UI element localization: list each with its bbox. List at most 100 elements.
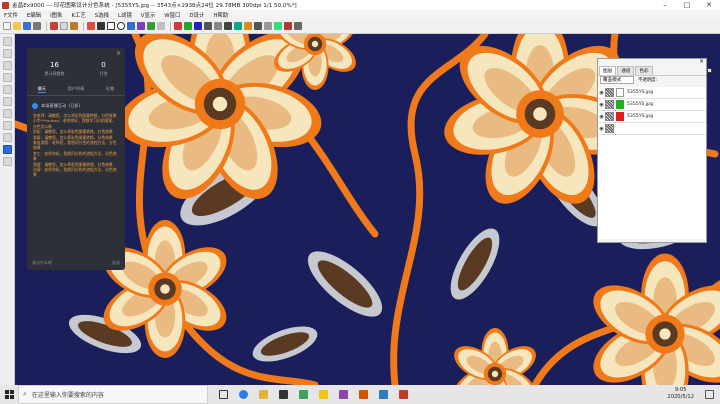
menu-design[interactable]: D设计 [189, 11, 204, 19]
maximize-button[interactable]: □ [676, 0, 698, 10]
tab-colors[interactable]: 色彩 [635, 66, 653, 75]
stat-value: 0 [101, 61, 106, 69]
eyedropper-icon[interactable] [234, 22, 242, 30]
grid-icon[interactable] [204, 22, 212, 30]
stat-viewers: 16 累计观看数 [45, 61, 65, 77]
color-blue-icon[interactable] [194, 22, 202, 30]
pen-tool-icon[interactable] [2, 73, 12, 82]
color-tool-icon[interactable] [2, 145, 12, 154]
zoom-icon[interactable] [254, 22, 262, 30]
menu-file[interactable]: F文件 [4, 11, 18, 19]
host-avatar [32, 103, 38, 109]
paste-icon[interactable] [70, 22, 78, 30]
layer-row[interactable]: ◉ 5355YS.jpg [598, 111, 706, 123]
store-icon[interactable] [279, 390, 288, 399]
live-chat-panel: × 16 累计观看数 0 打赏 聊天 用户列表 礼物 本场直播互动（已折） 张老… [27, 48, 125, 270]
layer-row[interactable]: ◉ [598, 123, 706, 135]
tab-layers[interactable]: 图层 [599, 66, 617, 75]
line-icon[interactable] [97, 22, 105, 30]
lasso-tool-icon[interactable] [2, 49, 12, 58]
app-icon-purple[interactable] [339, 390, 348, 399]
menu-help[interactable]: H帮助 [213, 11, 228, 19]
open-icon[interactable] [13, 22, 21, 30]
separate-icon[interactable] [284, 22, 292, 30]
layers-icon[interactable] [214, 22, 222, 30]
wechat-icon[interactable] [299, 390, 308, 399]
magic-wand-icon[interactable] [147, 22, 155, 30]
minimize-button[interactable]: – [654, 0, 676, 10]
move-tool-icon[interactable] [2, 61, 12, 70]
eraser-icon[interactable] [157, 22, 165, 30]
layer-color-swatch [616, 100, 624, 109]
cut-icon[interactable] [50, 22, 58, 30]
text-icon[interactable] [224, 22, 232, 30]
ex9000-taskbar-icon[interactable] [399, 390, 408, 399]
palette-icon[interactable] [244, 22, 252, 30]
menu-window[interactable]: W窗口 [164, 11, 180, 19]
hand-icon[interactable] [264, 22, 272, 30]
visibility-eye-icon[interactable]: ◉ [598, 90, 605, 96]
checkbox-icon[interactable]: ✓ [707, 68, 712, 73]
menu-filter[interactable]: L滤镜 [118, 11, 132, 19]
visibility-eye-icon[interactable]: ◉ [598, 126, 605, 132]
notification-icon[interactable] [705, 390, 714, 399]
windows-icon [4, 390, 14, 399]
layer-panel-close-icon[interactable]: × [699, 59, 706, 66]
window-title: 金昌Ex9000 --- 印花图案设计分色系统 - [5355YS.jpg --… [12, 3, 297, 9]
app-icon-yellow[interactable] [319, 390, 328, 399]
save-icon[interactable] [23, 22, 31, 30]
eyedropper-tool-icon[interactable] [2, 133, 12, 142]
menu-craft[interactable]: K工艺 [71, 11, 85, 19]
rectangle-icon[interactable] [107, 22, 115, 30]
chat-input[interactable]: 说点什么吧 [32, 260, 52, 266]
print-icon[interactable] [33, 22, 41, 30]
app-icon-orange[interactable] [359, 390, 368, 399]
tab-users[interactable]: 用户列表 [68, 86, 85, 93]
blend-mode-select[interactable]: 覆盖模式 [600, 76, 634, 84]
menu-view[interactable]: V显示 [141, 11, 155, 19]
stat-value: 16 [50, 61, 59, 69]
eraser-tool-icon[interactable] [2, 121, 12, 130]
pen-icon[interactable] [87, 22, 95, 30]
tab-channels[interactable]: 通道 [617, 66, 635, 75]
tab-chat[interactable]: 聊天 [37, 86, 47, 93]
text-tool-icon[interactable] [2, 109, 12, 118]
layer-row[interactable]: ◉ 5355YS.jpg [598, 87, 706, 99]
menu-edit[interactable]: E编辑 [27, 11, 41, 19]
color-green-icon[interactable] [184, 22, 192, 30]
color-red-icon[interactable] [174, 22, 182, 30]
layer-row[interactable]: ◉ 5355YS.jpg [598, 99, 706, 111]
taskbar-search[interactable]: ⌕ 在这里输入你要搜索的内容 [18, 385, 208, 404]
layer-thumbnail [605, 112, 614, 121]
new-icon[interactable] [3, 22, 11, 30]
menu-select[interactable]: S选择 [95, 11, 109, 19]
fill-icon[interactable] [127, 22, 135, 30]
file-explorer-icon[interactable] [259, 390, 268, 399]
ellipse-icon[interactable] [117, 22, 125, 30]
visibility-eye-icon[interactable]: ◉ [598, 102, 605, 108]
fill-tool-icon[interactable] [2, 97, 12, 106]
task-view-icon[interactable] [219, 390, 228, 399]
settings-icon[interactable] [294, 22, 302, 30]
visibility-eye-icon[interactable]: ◉ [598, 114, 605, 120]
panel-close-icon[interactable]: × [116, 50, 121, 57]
zoom-tool-icon[interactable] [2, 157, 12, 166]
tab-gifts[interactable]: 礼物 [106, 86, 114, 93]
chat-message: 阿松：请教您，怎么将彩色图案转换，分色效果 [33, 129, 113, 135]
edge-icon[interactable] [239, 390, 248, 399]
brush-icon[interactable] [137, 22, 145, 30]
menu-image[interactable]: I图象 [50, 11, 62, 19]
send-button[interactable]: 发送 [112, 260, 120, 266]
close-button[interactable]: ✕ [698, 0, 720, 10]
repeat-icon[interactable] [274, 22, 282, 30]
layer-name: 5355YS.jpg [627, 90, 653, 95]
title-bar: 金昌Ex9000 --- 印花图案设计分色系统 - [5355YS.jpg --… [0, 0, 720, 10]
select-tool-icon[interactable] [2, 37, 12, 46]
brush-tool-icon[interactable] [2, 85, 12, 94]
app-icon-blue[interactable] [379, 390, 388, 399]
layer-color-bar [616, 124, 704, 134]
copy-icon[interactable] [60, 22, 68, 30]
system-clock[interactable]: 9:05 2020/5/12 [667, 387, 694, 401]
toolbar-divider [83, 21, 84, 31]
start-button[interactable] [0, 390, 18, 399]
